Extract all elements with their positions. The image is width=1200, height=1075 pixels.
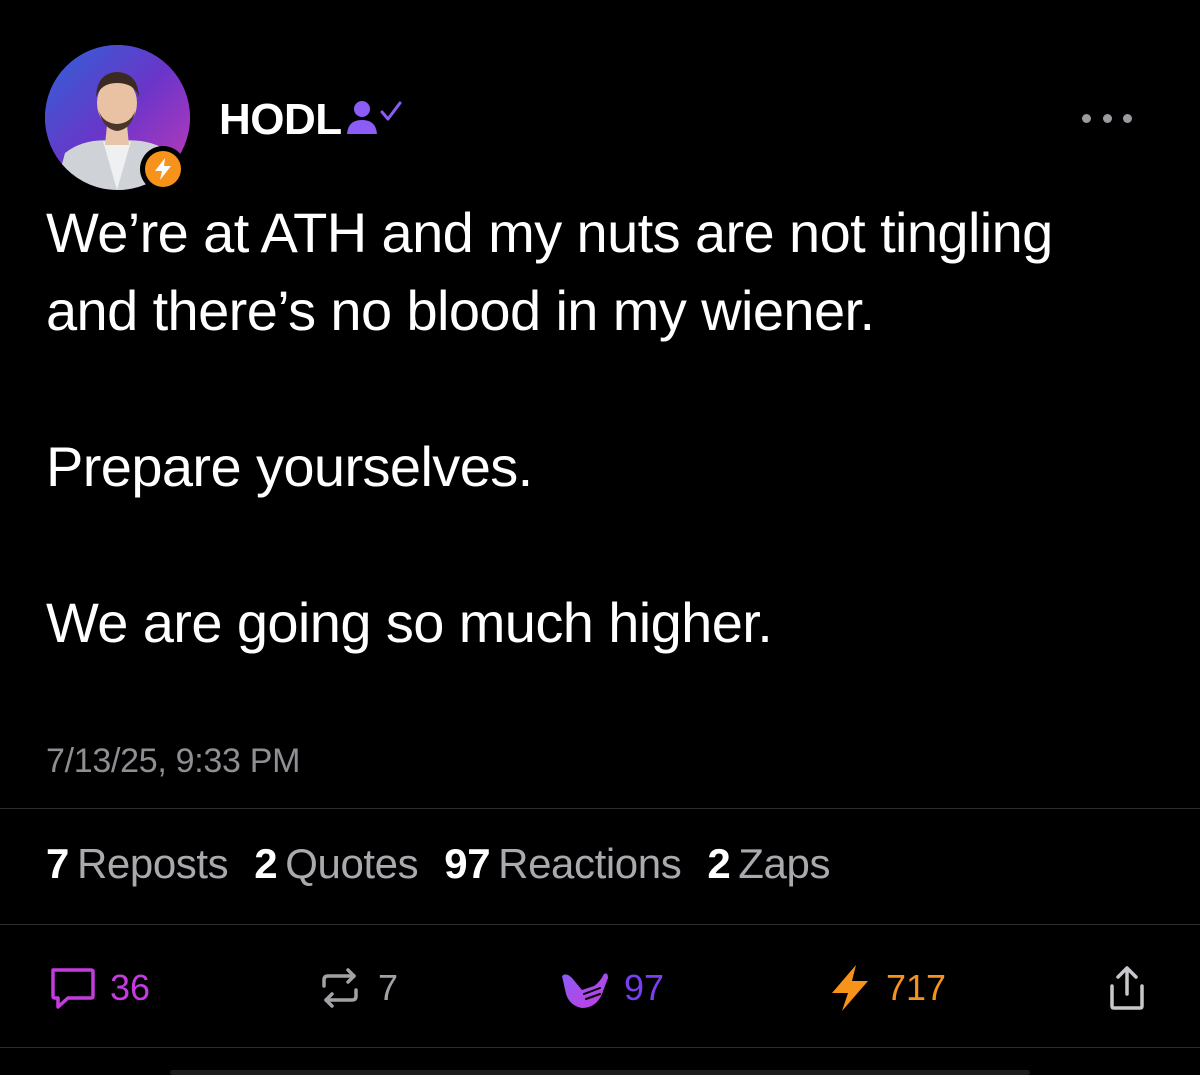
zap-count: 717 (886, 967, 947, 1008)
author-row[interactable]: HODL (219, 94, 404, 146)
zap-icon (832, 965, 868, 1011)
stat-count: 2 (707, 840, 731, 887)
author-name[interactable]: HODL (219, 94, 342, 146)
post-timestamp: 7/13/25, 9:33 PM (46, 742, 301, 780)
zap-button[interactable]: 717 (828, 960, 946, 1016)
reply-button[interactable]: 36 (48, 960, 150, 1016)
reply-icon (51, 968, 95, 1009)
more-dot-icon (1102, 113, 1112, 123)
more-dot-icon (1123, 113, 1132, 123)
stat-count: 2 (254, 840, 278, 887)
stat-reposts[interactable]: 7 Reposts (46, 840, 229, 888)
more-options-button[interactable] (1082, 106, 1132, 130)
stat-zaps[interactable]: 2 Zaps (707, 840, 830, 888)
home-indicator (170, 1070, 1030, 1075)
stat-reactions[interactable]: 97 Reactions (444, 840, 681, 888)
stat-label: Reactions (498, 840, 682, 887)
post-body: We’re at ATH and my nuts are not tinglin… (46, 194, 1166, 662)
repost-icon (322, 968, 358, 1008)
stat-label: Quotes (285, 840, 419, 887)
stats-row: 7 Reposts 2 Quotes 97 Reactions 2 Zaps (46, 840, 856, 888)
repost-count: 7 (378, 967, 399, 1008)
divider (0, 808, 1200, 809)
stat-quotes[interactable]: 2 Quotes (254, 840, 418, 888)
divider (0, 924, 1200, 925)
react-button[interactable]: 97 (560, 960, 664, 1016)
share-icon (1110, 966, 1144, 1010)
stat-label: Reposts (76, 840, 229, 887)
repost-button[interactable]: 7 (316, 960, 398, 1016)
stat-label: Zaps (738, 840, 831, 887)
share-button[interactable] (1104, 960, 1150, 1016)
lightning-icon (155, 158, 171, 180)
verified-user-icon (346, 101, 402, 134)
post-paragraph: Prepare yourselves. (46, 435, 533, 498)
more-dot-icon (1082, 113, 1091, 123)
post-paragraph: We are going so much higher. (46, 591, 773, 654)
reply-count: 36 (110, 967, 151, 1008)
reaction-count: 97 (624, 967, 665, 1008)
stat-count: 7 (46, 840, 69, 887)
zap-badge (140, 146, 186, 192)
shaka-icon (562, 973, 608, 1008)
post-paragraph: We’re at ATH and my nuts are not tinglin… (46, 201, 1053, 342)
stat-count: 97 (444, 840, 491, 887)
divider (0, 1047, 1200, 1048)
